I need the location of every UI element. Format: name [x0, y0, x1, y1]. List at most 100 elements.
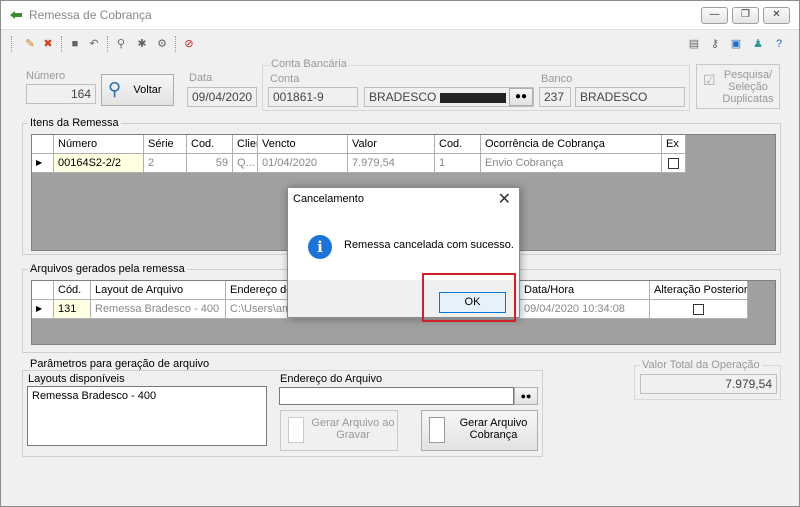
col-layout[interactable]: Layout de Arquivo [91, 281, 226, 300]
list-item[interactable]: Remessa Bradesco - 400 [28, 387, 266, 405]
cell-cod[interactable]: 59 [187, 154, 233, 173]
edit-icon[interactable]: ✎ [23, 37, 37, 51]
col-datahora[interactable]: Data/Hora [520, 281, 650, 300]
col-vencto[interactable]: Vencto [258, 135, 348, 154]
alteracao-checkbox[interactable] [693, 303, 704, 315]
toolbar: ✎ ✖ ■ ↶ ⚲ ✱ ⚙ ⊘ ▤ ⚷ ▣ ♟ ? [1, 31, 799, 57]
col-serie[interactable]: Série [144, 135, 187, 154]
conta-bancaria-title: Conta Bancária [269, 58, 349, 70]
app-icon [10, 11, 22, 19]
total-field[interactable]: 7.979,54 [640, 374, 777, 394]
undo-icon[interactable]: ↶ [87, 37, 101, 51]
endereco-label: Endereço do Arquivo [280, 373, 383, 385]
layouts-listbox[interactable]: Remessa Bradesco - 400 [27, 386, 267, 446]
col-numero[interactable]: Número [54, 135, 144, 154]
cell-ex[interactable] [662, 154, 686, 173]
window-icon[interactable]: ▤ [687, 37, 701, 51]
toolbar-separator [61, 36, 62, 52]
close-button[interactable]: ✕ [763, 7, 790, 24]
col-alteracao[interactable]: Alteração Posterior [650, 281, 748, 300]
toolbar-separator [107, 36, 108, 52]
gerar-gravar-label: Gerar Arquivo ao Gravar [311, 417, 395, 441]
magnifier-icon: ⚲ [108, 79, 122, 99]
cell-cod2[interactable]: 1 [435, 154, 481, 173]
col-ocorrencia[interactable]: Ocorrência de Cobrança [481, 135, 662, 154]
banco-name-field[interactable]: BRADESCO [575, 87, 685, 107]
current-row-arrow-icon: ▶ [32, 154, 54, 173]
help-icon[interactable]: ? [772, 37, 786, 51]
banco-label: Banco [541, 73, 573, 85]
voltar-button[interactable]: ⚲ Voltar [101, 74, 174, 106]
gerar-gravar-button[interactable]: Gerar Arquivo ao Gravar [280, 410, 398, 451]
conta-field[interactable]: 001861-9 [268, 87, 358, 107]
binoculars-icon: ●● [520, 391, 532, 401]
current-row-arrow-icon: ▶ [32, 300, 54, 319]
checklist-icon: ☑ [703, 72, 716, 88]
forbid-icon[interactable]: ⊘ [182, 37, 196, 51]
cell-vencto[interactable]: 01/04/2020 [258, 154, 348, 173]
data-label: Data [189, 72, 213, 84]
itens-title: Itens da Remessa [28, 117, 121, 129]
info-icon: i [308, 235, 332, 259]
dialog-close-icon[interactable]: ✕ [498, 189, 511, 209]
total-label: Valor Total da Operação [640, 359, 762, 371]
cell-valor[interactable]: 7.979,54 [348, 154, 435, 173]
layouts-label: Layouts disponíveis [28, 373, 125, 385]
user-icon[interactable]: ♟ [751, 37, 765, 51]
cancel-icon[interactable]: ✖ [41, 37, 55, 51]
row-header-cell [32, 281, 54, 300]
parametros-title: Parâmetros para geração de arquivo [28, 358, 212, 370]
toolbar-separator [175, 36, 176, 52]
display-icon[interactable]: ▣ [729, 37, 743, 51]
minimize-button[interactable]: — [701, 7, 728, 24]
conta-name-text: BRADESCO [369, 90, 437, 104]
gerar-cobranca-button[interactable]: Gerar Arquivo Cobrança [421, 410, 538, 451]
endereco-browse-button[interactable]: ●● [514, 387, 538, 405]
ok-highlight-box [422, 273, 516, 322]
conta-label: Conta [270, 73, 300, 85]
col-ex[interactable]: Ex [662, 135, 686, 154]
cell-ocorrencia[interactable]: Envio Cobrança [481, 154, 662, 173]
config-icon[interactable]: ⚙ [155, 37, 169, 51]
pesquisa-selecao-button[interactable]: ☑ Pesquisa/ Seleção Duplicatas [696, 64, 780, 109]
col-cod[interactable]: Cod. [187, 135, 233, 154]
title-bar: Remessa de Cobrança — ❐ ✕ [1, 1, 799, 30]
redacted-mark [439, 92, 506, 103]
ex-checkbox[interactable] [668, 157, 679, 169]
dialog-title: Cancelamento [293, 193, 364, 205]
dialog-message: Remessa cancelada com sucesso. [344, 239, 514, 251]
key-icon[interactable]: ⚷ [708, 37, 722, 51]
arquivos-title: Arquivos gerados pela remessa [28, 263, 187, 275]
gerar-cobranca-label: Gerar Arquivo Cobrança [459, 417, 528, 441]
numero-label: Número [26, 70, 66, 82]
toolbar-grip [11, 36, 12, 52]
tools-icon[interactable]: ✱ [135, 37, 149, 51]
cell-cliente[interactable]: Q... [233, 154, 258, 173]
banco-code-field[interactable]: 237 [539, 87, 571, 107]
document-icon [288, 417, 304, 443]
endereco-field[interactable] [279, 387, 514, 405]
cell-serie[interactable]: 2 [144, 154, 187, 173]
document-icon [429, 417, 445, 443]
save-icon[interactable]: ■ [68, 37, 82, 51]
numero-field[interactable]: 164 [26, 84, 96, 104]
main-window: Remessa de Cobrança — ❐ ✕ ✎ ✖ ■ ↶ ⚲ ✱ ⚙ … [0, 0, 800, 507]
cell-numero[interactable]: 00164S2-2/2 [54, 154, 144, 173]
binoculars-icon: ●● [514, 91, 528, 102]
cell-alteracao[interactable] [650, 300, 748, 319]
data-field[interactable]: 09/04/2020 [187, 87, 257, 107]
search-icon[interactable]: ⚲ [114, 37, 128, 51]
col-arq-cod[interactable]: Cód. [54, 281, 91, 300]
pesquisa-label: Pesquisa/ Seleção Duplicatas [722, 69, 774, 105]
col-cod2[interactable]: Cod. [435, 135, 481, 154]
voltar-label: Voltar [133, 84, 162, 96]
col-valor[interactable]: Valor [348, 135, 435, 154]
window-title: Remessa de Cobrança [29, 8, 152, 22]
conta-lookup-button[interactable]: ●● [509, 88, 533, 106]
row-header-cell [32, 135, 54, 154]
cell-layout[interactable]: Remessa Bradesco - 400 [91, 300, 226, 319]
cell-arq-cod[interactable]: 131 [54, 300, 91, 319]
col-cliente[interactable]: Clier [233, 135, 258, 154]
restore-button[interactable]: ❐ [732, 7, 759, 24]
cell-datahora[interactable]: 09/04/2020 10:34:08 [520, 300, 650, 319]
